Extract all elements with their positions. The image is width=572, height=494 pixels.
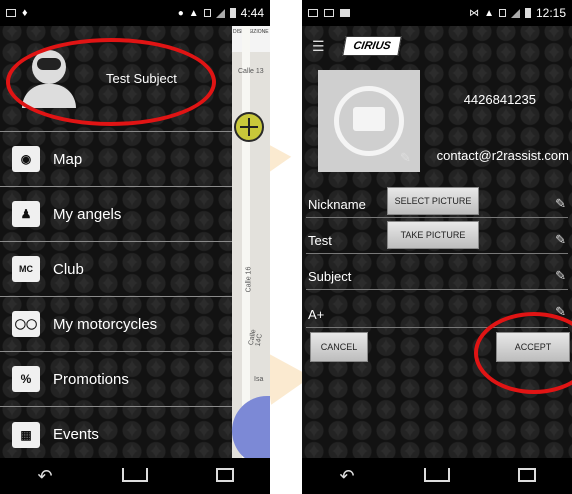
clock: 4:44 bbox=[240, 6, 264, 20]
map-street-label: Calle 14C bbox=[247, 328, 264, 348]
location-icon: ● bbox=[177, 7, 184, 19]
system-nav-bar: ↶ bbox=[0, 458, 270, 494]
motorcycle-icon: ◯◯ bbox=[12, 311, 40, 337]
menu-item-label: Promotions bbox=[53, 370, 129, 388]
notification-icon bbox=[340, 9, 350, 17]
app-toolbar: ☰ CIRIUS bbox=[302, 26, 572, 66]
twitter-icon: ♦ bbox=[22, 7, 28, 19]
status-bar: ♦ ● ▲ 4:44 bbox=[0, 0, 270, 26]
recent-apps-icon[interactable] bbox=[200, 466, 250, 487]
highlight-ellipse bbox=[6, 38, 216, 126]
edit-pencil-icon[interactable]: ✎ bbox=[555, 232, 566, 248]
signal-icon bbox=[215, 8, 225, 18]
menu-item-map[interactable]: ◉ Map bbox=[0, 132, 232, 187]
map-banner: DISPOSIZIONE bbox=[232, 26, 270, 52]
recent-apps-icon[interactable] bbox=[502, 466, 552, 487]
nickname-field-value: Nickname bbox=[308, 197, 366, 212]
menu-item-my-motorcycles[interactable]: ◯◯ My motorcycles bbox=[0, 297, 232, 352]
screenshot-pair: ▲ ▲ ♦ ● ▲ 4:44 DISPOSIZIONE Calle 13 Cal… bbox=[0, 0, 572, 494]
menu-item-my-angels[interactable]: ♟ My angels bbox=[0, 187, 232, 242]
notification-icon bbox=[308, 9, 318, 17]
menu-item-label: My motorcycles bbox=[53, 315, 158, 333]
menu-item-promotions[interactable]: % Promotions bbox=[0, 352, 232, 407]
wifi-icon: ▲ bbox=[188, 7, 199, 19]
profile-photo[interactable]: ✎ bbox=[318, 70, 420, 172]
navigation-drawer: Test Subject ◉ Map ♟ My angels MC Club ◯… bbox=[0, 26, 232, 458]
wifi-icon: ▲ bbox=[484, 7, 494, 19]
calendar-icon: ▦ bbox=[12, 421, 40, 448]
club-house-icon: MC bbox=[12, 256, 40, 282]
battery-icon bbox=[524, 8, 531, 18]
map-road bbox=[242, 26, 250, 458]
map-background: DISPOSIZIONE Calle 13 Calle 16 Calle 14C… bbox=[232, 26, 270, 466]
system-nav-bar: ↶ bbox=[302, 458, 572, 494]
menu-item-label: Map bbox=[53, 150, 83, 168]
bluetooth-icon: ⋈ bbox=[469, 7, 480, 19]
back-icon[interactable]: ↶ bbox=[20, 466, 70, 487]
edit-pencil-icon[interactable]: ✎ bbox=[555, 268, 566, 284]
edit-pencil-icon[interactable]: ✎ bbox=[555, 196, 566, 212]
menu-item-events[interactable]: ▦ Events bbox=[0, 407, 232, 462]
map-street-label: Isa bbox=[254, 376, 264, 383]
phone-number: 4426841235 bbox=[463, 92, 536, 107]
cancel-button[interactable]: CANCEL bbox=[310, 332, 368, 362]
signal-icon bbox=[510, 8, 520, 18]
app-logo: CIRIUS bbox=[342, 36, 402, 56]
left-phone-screen: ♦ ● ▲ 4:44 DISPOSIZIONE Calle 13 Calle 1… bbox=[0, 0, 270, 494]
clock: 12:15 bbox=[535, 6, 566, 20]
battery-icon bbox=[229, 8, 236, 18]
menu-item-label: Events bbox=[53, 426, 99, 443]
right-phone-screen: ⋈ ▲ 12:15 ☰ CIRIUS ✎ 4426841235 contact@… bbox=[302, 0, 572, 494]
notification-icon bbox=[324, 9, 334, 17]
last-name-field-value: Subject bbox=[308, 269, 352, 284]
email-address: contact@r2rassist.com bbox=[436, 148, 569, 163]
map-pin-icon: ◉ bbox=[12, 146, 40, 172]
menu-icon[interactable]: ☰ bbox=[312, 38, 332, 55]
notification-icon bbox=[6, 9, 16, 17]
image-placeholder-icon bbox=[353, 107, 385, 131]
drawer-profile-header[interactable]: Test Subject bbox=[0, 26, 232, 132]
back-icon[interactable]: ↶ bbox=[322, 466, 372, 487]
sim-icon bbox=[498, 9, 506, 17]
home-icon[interactable] bbox=[110, 466, 160, 487]
menu-item-label: Club bbox=[53, 260, 84, 278]
last-name-field[interactable]: Subject ✎ bbox=[306, 260, 568, 290]
select-picture-button[interactable]: SELECT PICTURE bbox=[387, 187, 479, 215]
people-icon: ♟ bbox=[12, 201, 40, 227]
sim-icon bbox=[203, 9, 211, 17]
menu-item-club[interactable]: MC Club bbox=[0, 242, 232, 297]
menu-item-label: My angels bbox=[53, 205, 122, 223]
status-bar: ⋈ ▲ 12:15 bbox=[302, 0, 572, 26]
map-street-label: Calle 13 bbox=[238, 68, 264, 75]
blood-type-field-value: A+ bbox=[308, 307, 325, 322]
take-picture-button[interactable]: TAKE PICTURE bbox=[387, 221, 479, 249]
price-tag-icon: % bbox=[12, 366, 40, 392]
edit-pencil-icon[interactable]: ✎ bbox=[400, 150, 411, 166]
first-name-field-value: Test bbox=[308, 233, 332, 248]
map-street-label: Calle 16 bbox=[245, 266, 253, 293]
home-icon[interactable] bbox=[412, 466, 462, 487]
map-region bbox=[232, 396, 270, 466]
map-location-marker[interactable] bbox=[234, 112, 264, 142]
